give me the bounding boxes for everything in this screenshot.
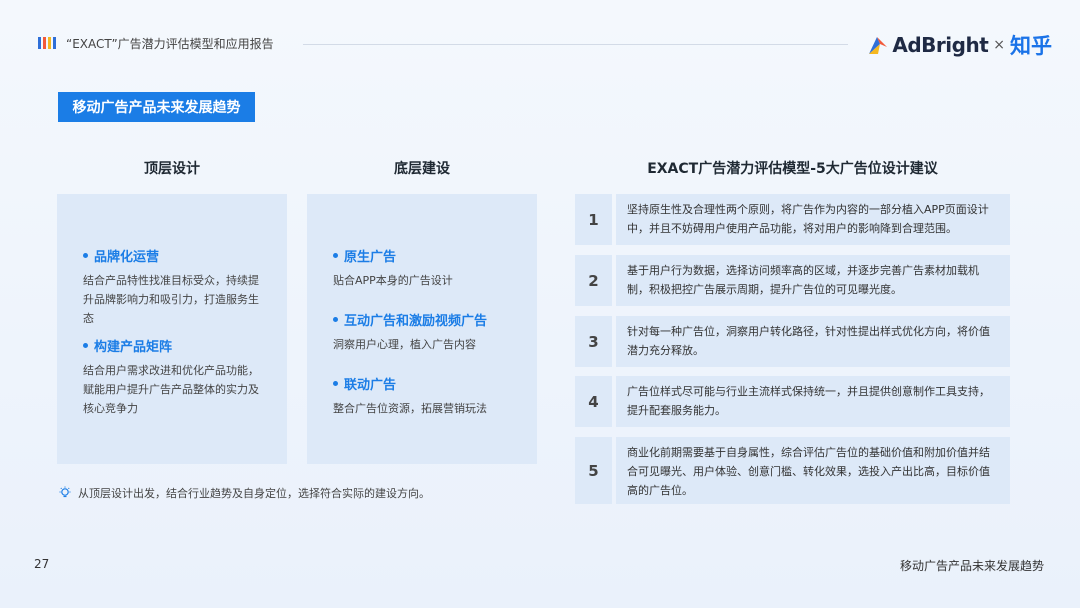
column-title-top-design: 顶层设计 bbox=[144, 161, 200, 177]
footer-title: 移动广告产品未来发展趋势 bbox=[899, 559, 1044, 573]
item-title-text: 构建产品矩阵 bbox=[94, 340, 173, 355]
top-design-panel: 品牌化运营 结合产品特性找准目标受众，持续提升品牌影响力和吸引力，打造服务生态 … bbox=[57, 194, 287, 464]
item-description: 结合用户需求改进和优化产品功能，赋能用户提升广告产品整体的实力及核心竞争力 bbox=[83, 364, 259, 415]
report-logo-bars bbox=[38, 37, 56, 49]
exact-row-2: 2 基于用户行为数据，选择访问频率高的区域，并逐步完善广告素材加载机制，积极把控… bbox=[575, 255, 1010, 306]
top-design-item-title: 品牌化运营 bbox=[83, 246, 269, 265]
report-title: “EXACT”广告潜力评估模型和应用报告 bbox=[66, 37, 274, 51]
tip-text: 从顶层设计出发，结合行业趋势及自身定位，选择符合实际的建设方向。 bbox=[78, 487, 430, 500]
top-design-item: 品牌化运营 结合产品特性找准目标受众，持续提升品牌影响力和吸引力，打造服务生态 bbox=[83, 246, 269, 328]
row-number: 5 bbox=[575, 437, 612, 504]
page-number: 27 bbox=[34, 557, 50, 571]
item-title-text: 联动广告 bbox=[344, 378, 397, 393]
base-build-panel: 原生广告 贴合APP本身的广告设计 互动广告和激励视频广告 洞察用户心理，植入广… bbox=[307, 194, 537, 464]
base-build-item-title: 联动广告 bbox=[333, 374, 519, 393]
exact-row-5: 5 商业化前期需要基于自身属性，综合评估广告位的基础价值和附加价值并结合可见曝光… bbox=[575, 437, 1010, 504]
item-description: 结合产品特性找准目标受众，持续提升品牌影响力和吸引力，打造服务生态 bbox=[83, 274, 259, 325]
bullet-icon bbox=[83, 343, 88, 348]
lightbulb-icon bbox=[59, 486, 71, 498]
bullet-icon bbox=[333, 253, 338, 258]
item-title-text: 品牌化运营 bbox=[94, 250, 160, 265]
adbright-logo-icon bbox=[869, 37, 888, 54]
top-design-item-title: 构建产品矩阵 bbox=[83, 336, 269, 355]
row-number: 2 bbox=[575, 255, 612, 306]
bullet-icon bbox=[333, 381, 338, 386]
base-build-item-title: 原生广告 bbox=[333, 246, 519, 265]
column-title-exact-model: EXACT广告潜力评估模型-5大广告位设计建议 bbox=[647, 161, 938, 177]
row-text: 广告位样式尽可能与行业主流样式保持统一，并且提供创意制作工具支持，提升配套服务能… bbox=[616, 376, 1010, 427]
exact-row-3: 3 针对每一种广告位，洞察用户转化路径，针对性提出样式优化方向，将价值潜力充分释… bbox=[575, 316, 1010, 367]
item-title-text: 原生广告 bbox=[344, 250, 397, 265]
bullet-icon bbox=[333, 317, 338, 322]
row-text: 基于用户行为数据，选择访问频率高的区域，并逐步完善广告素材加载机制，积极把控广告… bbox=[616, 255, 1010, 306]
row-number: 4 bbox=[575, 376, 612, 427]
column-title-base-build: 底层建设 bbox=[394, 161, 450, 177]
row-text: 坚持原生性及合理性两个原则，将广告作为内容的一部分植入APP页面设计中，并且不妨… bbox=[616, 194, 1010, 245]
base-build-item: 原生广告 贴合APP本身的广告设计 bbox=[333, 246, 519, 290]
bullet-icon bbox=[83, 253, 88, 258]
base-build-item: 联动广告 整合广告位资源，拓展营销玩法 bbox=[333, 374, 519, 418]
base-build-item: 互动广告和激励视频广告 洞察用户心理，植入广告内容 bbox=[333, 310, 519, 354]
brand-logos: AdBright × 知乎 bbox=[867, 30, 1052, 60]
tip-note: 从顶层设计出发，结合行业趋势及自身定位，选择符合实际的建设方向。 bbox=[58, 485, 430, 501]
row-text: 商业化前期需要基于自身属性，综合评估广告位的基础价值和附加价值并结合可见曝光、用… bbox=[616, 437, 1010, 504]
brand-times-sign: × bbox=[993, 37, 1005, 53]
section-tag: 移动广告产品未来发展趋势 bbox=[58, 92, 255, 122]
header-divider bbox=[303, 44, 848, 45]
exact-row-1: 1 坚持原生性及合理性两个原则，将广告作为内容的一部分植入APP页面设计中，并且… bbox=[575, 194, 1010, 245]
zhihu-wordmark: 知乎 bbox=[1010, 34, 1052, 58]
row-number: 3 bbox=[575, 316, 612, 367]
row-number: 1 bbox=[575, 194, 612, 245]
item-description: 洞察用户心理，植入广告内容 bbox=[333, 338, 476, 351]
exact-row-4: 4 广告位样式尽可能与行业主流样式保持统一，并且提供创意制作工具支持，提升配套服… bbox=[575, 376, 1010, 427]
base-build-item-title: 互动广告和激励视频广告 bbox=[333, 310, 519, 329]
item-description: 整合广告位资源，拓展营销玩法 bbox=[333, 402, 487, 415]
item-title-text: 互动广告和激励视频广告 bbox=[344, 314, 488, 329]
page-header: “EXACT”广告潜力评估模型和应用报告 AdBright × 知乎 bbox=[38, 30, 1058, 58]
row-text: 针对每一种广告位，洞察用户转化路径，针对性提出样式优化方向，将价值潜力充分释放。 bbox=[616, 316, 1010, 367]
adbright-wordmark: AdBright bbox=[892, 33, 989, 57]
item-description: 贴合APP本身的广告设计 bbox=[333, 274, 453, 287]
top-design-item: 构建产品矩阵 结合用户需求改进和优化产品功能，赋能用户提升广告产品整体的实力及核… bbox=[83, 336, 269, 418]
